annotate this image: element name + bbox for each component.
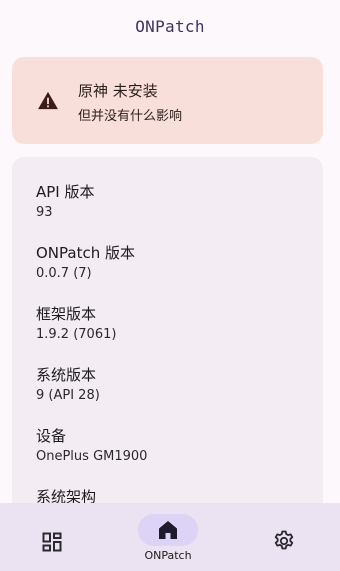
info-value: 0.0.7 (7) (36, 266, 92, 281)
nav-item-settings[interactable] (239, 503, 329, 571)
info-value: 9 (API 28) (36, 388, 100, 403)
gear-icon (274, 530, 294, 550)
info-value: 93 (36, 205, 53, 220)
top-app-bar: ONPatch (0, 0, 340, 54)
info-item-device: 设备 OnePlus GM1900 (36, 426, 147, 466)
info-item-system-version: 系统版本 9 (API 28) (36, 365, 100, 405)
app-title: ONPatch (135, 17, 205, 36)
info-item-api-version: API 版本 93 (36, 182, 95, 222)
info-item-onpatch-version: ONPatch 版本 0.0.7 (7) (36, 243, 135, 283)
info-item-framework-version: 框架版本 1.9.2 (7061) (36, 304, 116, 344)
not-installed-warning-card[interactable]: 原神 未安装 但并没有什么影响 (12, 57, 323, 144)
bottom-navigation-bar: ONPatch (0, 503, 340, 571)
nav-label: ONPatch (144, 549, 192, 562)
warning-subtitle: 但并没有什么影响 (78, 109, 183, 124)
nav-item-home[interactable]: ONPatch (123, 503, 213, 571)
info-value: 1.9.2 (7061) (36, 327, 117, 342)
nav-item-manage[interactable] (7, 503, 97, 571)
dashboard-icon (42, 532, 62, 552)
info-label: API 版本 (36, 183, 95, 201)
info-label: ONPatch 版本 (36, 244, 135, 262)
warning-triangle-icon (38, 91, 58, 110)
home-icon (159, 521, 177, 539)
warning-title: 原神 未安装 (78, 82, 158, 100)
app-screen: ONPatch 原神 未安装 但并没有什么影响 API 版本 93 ONPatc… (0, 0, 340, 571)
info-label: 系统版本 (36, 366, 97, 384)
info-label: 框架版本 (36, 305, 97, 323)
info-value: OnePlus GM1900 (36, 449, 148, 464)
info-label: 设备 (36, 427, 67, 445)
